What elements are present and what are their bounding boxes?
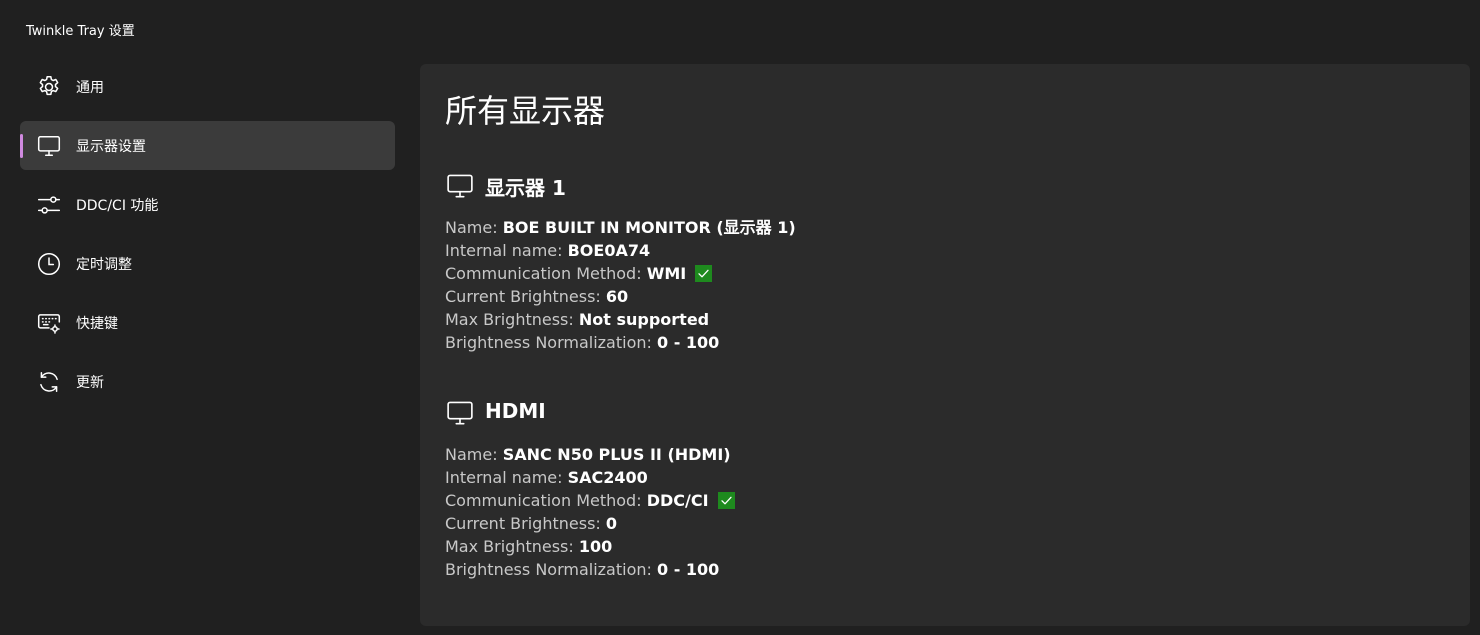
detail-current-brightness: Current Brightness: 60 bbox=[445, 285, 796, 308]
detail-internal-name: Internal name: SAC2400 bbox=[445, 466, 735, 489]
page-title: 所有显示器 bbox=[445, 92, 606, 130]
detail-value: 100 bbox=[578, 537, 613, 556]
detail-label: Communication Method: bbox=[445, 264, 642, 283]
active-indicator bbox=[20, 134, 23, 158]
keyboard-icon bbox=[36, 310, 62, 336]
detail-label: Max Brightness: bbox=[445, 310, 574, 329]
detail-communication-method: Communication Method: DDC/CI bbox=[445, 489, 735, 512]
detail-value: DDC/CI bbox=[646, 491, 709, 510]
refresh-icon bbox=[36, 369, 62, 395]
detail-value: 0 - 100 bbox=[656, 560, 720, 579]
monitor-details: Name: BOE BUILT IN MONITOR (显示器 1) Inter… bbox=[445, 216, 796, 354]
detail-max-brightness: Max Brightness: 100 bbox=[445, 535, 735, 558]
monitor-details: Name: SANC N50 PLUS II (HDMI) Internal n… bbox=[445, 443, 735, 581]
detail-value: WMI bbox=[646, 264, 687, 283]
detail-label: Name: bbox=[445, 218, 498, 237]
detail-label: Max Brightness: bbox=[445, 537, 574, 556]
window-title: Twinkle Tray 设置 bbox=[26, 24, 135, 39]
sidebar-item-hotkeys[interactable]: 快捷键 bbox=[20, 298, 395, 347]
sidebar-item-label: 定时调整 bbox=[76, 257, 132, 273]
detail-value: SAC2400 bbox=[567, 468, 648, 487]
detail-value: BOE BUILT IN MONITOR (显示器 1) bbox=[502, 218, 796, 237]
detail-label: Name: bbox=[445, 445, 498, 464]
main-panel: 所有显示器 显示器 1 Name: BOE BUILT IN MONITOR (… bbox=[420, 64, 1470, 626]
detail-value: SANC N50 PLUS II (HDMI) bbox=[502, 445, 731, 464]
detail-current-brightness: Current Brightness: 0 bbox=[445, 512, 735, 535]
sidebar-item-label: 显示器设置 bbox=[76, 139, 146, 155]
sidebar-item-label: 更新 bbox=[76, 375, 104, 391]
sidebar-item-update[interactable]: 更新 bbox=[20, 357, 395, 406]
detail-label: Brightness Normalization: bbox=[445, 333, 652, 352]
detail-value: Not supported bbox=[578, 310, 710, 329]
detail-label: Internal name: bbox=[445, 241, 563, 260]
monitor-icon bbox=[445, 398, 475, 428]
detail-label: Brightness Normalization: bbox=[445, 560, 652, 579]
sliders-icon bbox=[36, 192, 62, 218]
detail-value: 0 bbox=[605, 514, 618, 533]
detail-name: Name: BOE BUILT IN MONITOR (显示器 1) bbox=[445, 216, 796, 239]
clock-icon bbox=[36, 251, 62, 277]
detail-brightness-normalization: Brightness Normalization: 0 - 100 bbox=[445, 331, 796, 354]
gear-icon bbox=[36, 74, 62, 100]
detail-label: Internal name: bbox=[445, 468, 563, 487]
detail-communication-method: Communication Method: WMI bbox=[445, 262, 796, 285]
monitor-title: 显示器 1 bbox=[485, 176, 566, 200]
detail-label: Communication Method: bbox=[445, 491, 642, 510]
monitor-icon bbox=[445, 171, 475, 201]
sidebar-item-schedule[interactable]: 定时调整 bbox=[20, 239, 395, 288]
detail-value: 60 bbox=[605, 287, 629, 306]
settings-window: Twinkle Tray 设置 通用 显示器设置 DDC/CI 功能 定时调整 … bbox=[0, 0, 1480, 635]
sidebar-item-general[interactable]: 通用 bbox=[20, 62, 395, 111]
checkmark-icon bbox=[717, 492, 735, 509]
detail-internal-name: Internal name: BOE0A74 bbox=[445, 239, 796, 262]
checkmark-icon bbox=[695, 265, 713, 282]
detail-label: Current Brightness: bbox=[445, 287, 601, 306]
sidebar-item-label: 通用 bbox=[76, 80, 104, 96]
sidebar-item-monitor-settings[interactable]: 显示器设置 bbox=[20, 121, 395, 170]
sidebar-item-label: 快捷键 bbox=[76, 316, 118, 332]
detail-name: Name: SANC N50 PLUS II (HDMI) bbox=[445, 443, 735, 466]
detail-brightness-normalization: Brightness Normalization: 0 - 100 bbox=[445, 558, 735, 581]
monitor-title: HDMI bbox=[485, 399, 546, 423]
monitor-icon bbox=[36, 133, 62, 159]
detail-label: Current Brightness: bbox=[445, 514, 601, 533]
sidebar-item-label: DDC/CI 功能 bbox=[76, 198, 159, 214]
detail-value: BOE0A74 bbox=[567, 241, 651, 260]
detail-value: 0 - 100 bbox=[656, 333, 720, 352]
sidebar: 通用 显示器设置 DDC/CI 功能 定时调整 快捷键 更新 bbox=[20, 62, 395, 416]
detail-max-brightness: Max Brightness: Not supported bbox=[445, 308, 796, 331]
sidebar-item-ddcci[interactable]: DDC/CI 功能 bbox=[20, 180, 395, 229]
